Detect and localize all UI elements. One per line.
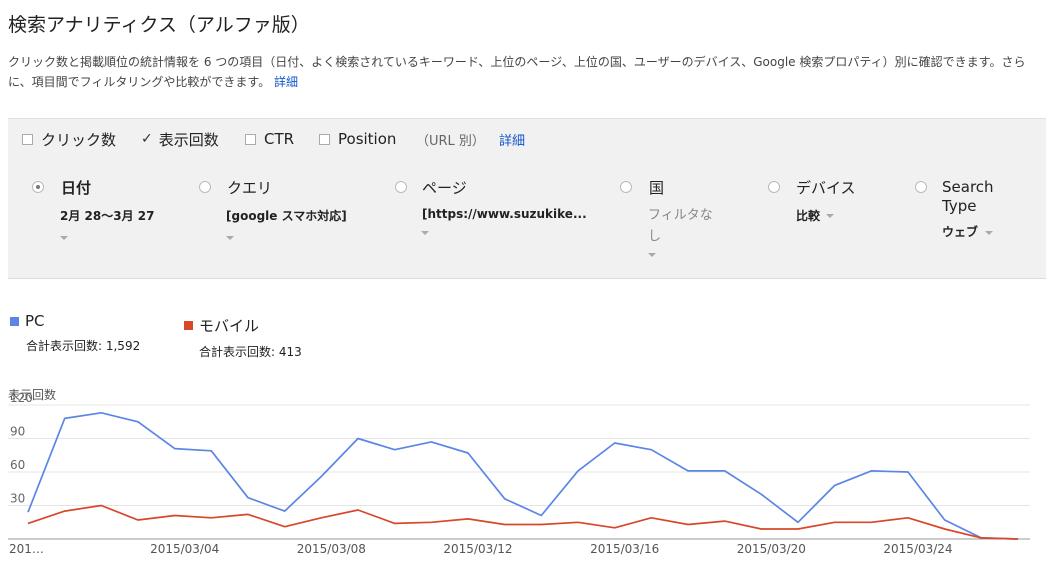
series-line-mobile — [27, 504, 1019, 540]
x-tick-label: 2015/03/20 — [737, 542, 806, 556]
y-tick-label: 120 — [10, 391, 33, 405]
x-tick-label: 2015/03/04 — [150, 542, 219, 556]
x-tick-label: 2015/03/24 — [883, 542, 952, 556]
x-tick-label: 2015/03/12 — [443, 542, 512, 556]
x-tick-label: 201… — [9, 542, 44, 556]
series-line-pc — [27, 411, 1019, 540]
y-tick-label: 60 — [10, 458, 25, 472]
x-tick-label: 2015/03/08 — [297, 542, 366, 556]
impressions-line-chart: 30 60 90 120 201… 2015/03/04 2015/03/08 2015/03… — [8, 391, 1030, 556]
y-tick-label: 30 — [10, 492, 25, 506]
y-tick-label: 90 — [10, 425, 25, 439]
x-tick-label: 2015/03/16 — [590, 542, 659, 556]
